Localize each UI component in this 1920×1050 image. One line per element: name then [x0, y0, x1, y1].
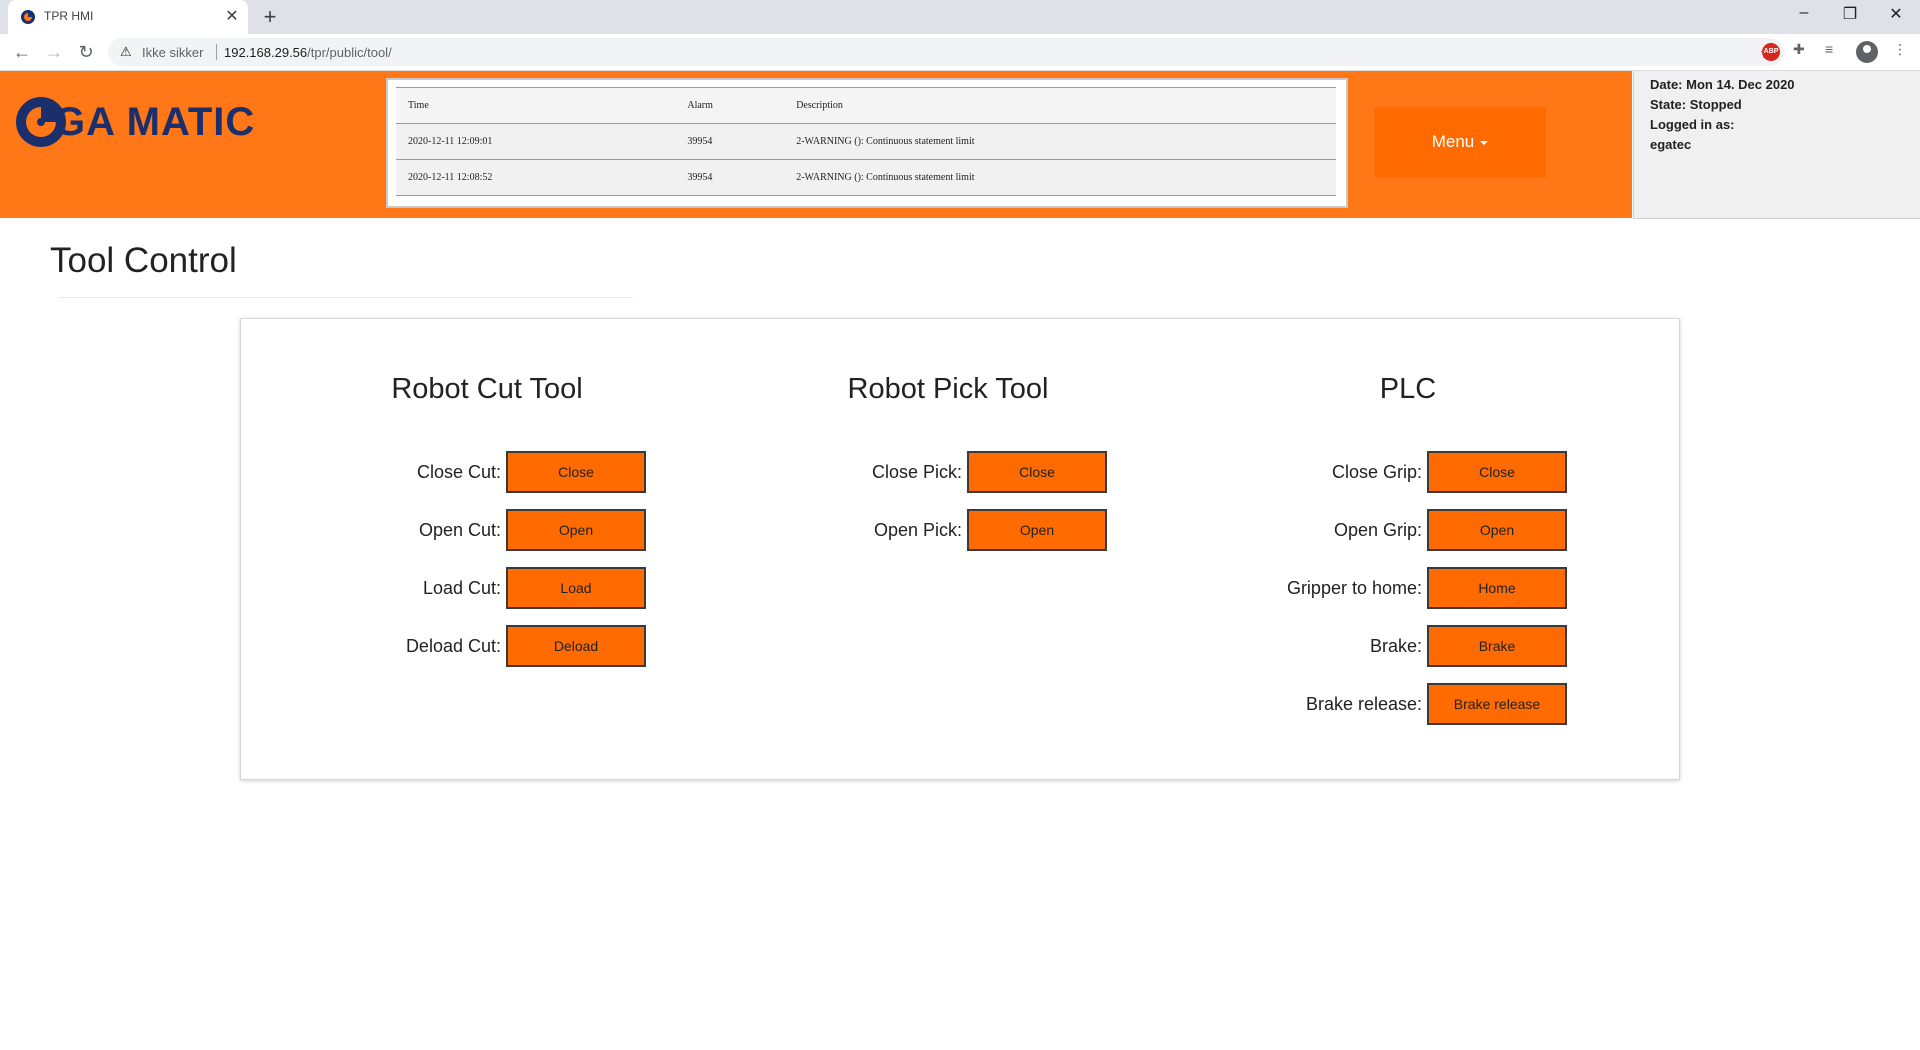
- pick-tool-title: Robot Pick Tool: [847, 373, 1049, 405]
- logged-in-user: egatec: [1650, 137, 1692, 152]
- caret-down-icon: [1480, 140, 1489, 145]
- extensions-puzzle-icon[interactable]: ✚: [1793, 41, 1805, 58]
- close-grip-button[interactable]: Close: [1427, 451, 1567, 493]
- state-label: State:: [1650, 97, 1687, 112]
- more-vert-icon[interactable]: ⋮: [1893, 41, 1907, 58]
- minimize-icon[interactable]: –: [1784, 4, 1824, 22]
- new-tab-icon[interactable]: +: [258, 4, 282, 30]
- alarm-description: 2-WARNING (): Continuous statement limit: [784, 123, 1336, 160]
- title-divider: [58, 297, 633, 298]
- ega-favicon-icon: [21, 10, 35, 24]
- table-row: 2020-12-11 12:08:52 39954 2-WARNING (): …: [396, 159, 1336, 196]
- close-pick-label: Close Pick:: [871, 462, 962, 482]
- tab-title: TPR HMI: [44, 9, 94, 23]
- alarm-time: 2020-12-11 12:08:52: [396, 159, 676, 196]
- load-cut-button[interactable]: Load: [506, 567, 646, 609]
- adblock-extension-icon[interactable]: ABP: [1762, 43, 1780, 61]
- close-cut-button[interactable]: Close: [506, 451, 646, 493]
- status-panel: Date: Mon 14. Dec 2020 State: Stopped Lo…: [1633, 71, 1920, 219]
- egamatic-logo: GA MATIC: [16, 97, 255, 147]
- back-icon[interactable]: ←: [12, 42, 32, 62]
- brake-button[interactable]: Brake: [1427, 625, 1567, 667]
- url-path: /tpr/public/tool/: [307, 45, 392, 60]
- deload-cut-button[interactable]: Deload: [506, 625, 646, 667]
- alarm-description: 2-WARNING (): Continuous statement limit: [784, 159, 1336, 196]
- date-label: Date:: [1650, 77, 1683, 92]
- browser-tab[interactable]: TPR HMI ✕: [8, 0, 248, 34]
- profile-avatar-icon[interactable]: [1856, 41, 1878, 63]
- svg-text:GA MATIC: GA MATIC: [54, 100, 255, 144]
- tab-close-icon[interactable]: ✕: [222, 6, 242, 26]
- close-cut-label: Close Cut:: [416, 462, 501, 482]
- open-cut-label: Open Cut:: [418, 520, 501, 540]
- gripper-home-label: Gripper to home:: [1286, 578, 1422, 598]
- brake-label: Brake:: [1369, 636, 1422, 656]
- alarm-time: 2020-12-11 12:09:01: [396, 123, 676, 160]
- browser-toolbar: ← → ↻ ⚠ Ikke sikker 192.168.29.56/tpr/pu…: [0, 34, 1920, 71]
- close-pick-button[interactable]: Close: [967, 451, 1107, 493]
- tool-control-card: Robot Cut Tool Close Cut: Close Open Cut…: [240, 318, 1680, 780]
- reload-icon[interactable]: ↻: [76, 42, 96, 62]
- load-cut-label: Load Cut:: [422, 578, 501, 598]
- media-queue-icon[interactable]: ≡: [1825, 41, 1833, 57]
- menu-label: Menu: [1431, 132, 1475, 151]
- window-close-icon[interactable]: ✕: [1876, 4, 1916, 24]
- warning-icon: ⚠: [120, 44, 132, 59]
- alarm-list[interactable]: Time Alarm Description 2020-12-11 12:09:…: [386, 78, 1348, 208]
- date-value: Mon 14. Dec 2020: [1686, 77, 1795, 92]
- page-header: GA MATIC Time Alarm Description 2020-12-…: [0, 71, 1632, 218]
- date-line: Date: Mon 14. Dec 2020: [1650, 77, 1795, 92]
- page-title: Tool Control: [50, 241, 237, 280]
- table-row: 2020-12-11 12:09:01 39954 2-WARNING (): …: [396, 123, 1336, 160]
- open-grip-button[interactable]: Open: [1427, 509, 1567, 551]
- column-header-description: Description: [784, 87, 1336, 124]
- logged-in-label: Logged in as:: [1650, 117, 1735, 132]
- column-header-alarm: Alarm: [675, 87, 785, 124]
- deload-cut-label: Deload Cut:: [405, 636, 501, 656]
- brake-release-label: Brake release:: [1305, 694, 1422, 714]
- alarm-table: Time Alarm Description 2020-12-11 12:09:…: [396, 87, 1336, 196]
- open-pick-label: Open Pick:: [873, 520, 962, 540]
- address-bar[interactable]: ⚠ Ikke sikker 192.168.29.56/tpr/public/t…: [108, 38, 1784, 66]
- browser-tab-bar: TPR HMI ✕ + – ❐ ✕: [0, 0, 1920, 34]
- url-host: 192.168.29.56: [224, 45, 308, 60]
- plc-title: PLC: [1379, 373, 1437, 405]
- divider: [216, 44, 217, 60]
- alarm-code: 39954: [675, 159, 785, 196]
- alarm-code: 39954: [675, 123, 785, 160]
- brake-release-button[interactable]: Brake release: [1427, 683, 1567, 725]
- gripper-home-button[interactable]: Home: [1427, 567, 1567, 609]
- cut-tool-title: Robot Cut Tool: [391, 373, 583, 405]
- column-header-time: Time: [396, 87, 676, 124]
- open-cut-button[interactable]: Open: [506, 509, 646, 551]
- state-value: Stopped: [1689, 97, 1742, 112]
- open-grip-label: Open Grip:: [1333, 520, 1422, 540]
- forward-icon[interactable]: →: [44, 42, 64, 62]
- restore-icon[interactable]: ❐: [1830, 4, 1870, 24]
- open-pick-button[interactable]: Open: [967, 509, 1107, 551]
- state-line: State: Stopped: [1650, 97, 1742, 112]
- security-label: Ikke sikker: [142, 45, 204, 60]
- close-grip-label: Close Grip:: [1331, 462, 1422, 482]
- alarm-header-row: Time Alarm Description: [396, 87, 1336, 124]
- menu-dropdown-button[interactable]: Menu: [1374, 107, 1546, 177]
- url-text[interactable]: 192.168.29.56/tpr/public/tool/: [224, 45, 392, 60]
